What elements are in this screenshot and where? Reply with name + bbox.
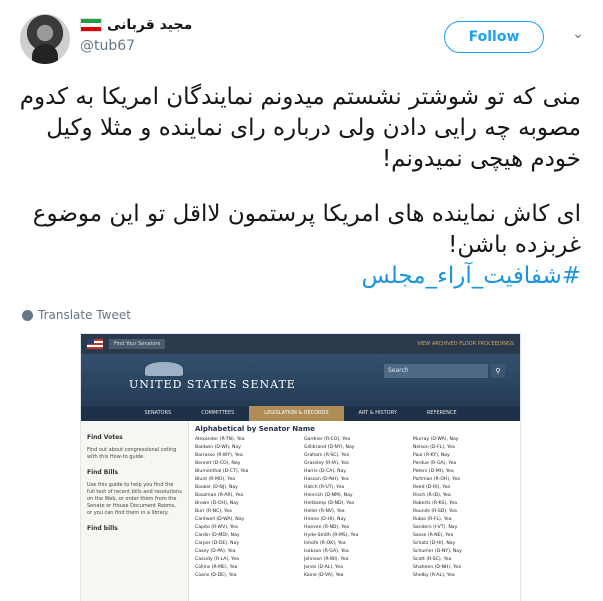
tweet-line: منی که تو شوشتر نشستم میدونم نمایندگان ا… <box>19 84 581 110</box>
attached-screenshot[interactable]: Find Your Senators VIEW ARCHIVED FLOOR P… <box>80 333 521 601</box>
vote-entry: Hoeven (R-ND), Yea <box>304 525 349 530</box>
user-handle[interactable]: @tub67 <box>80 38 135 54</box>
vote-entry: Rounds (R-SD), Yea <box>413 509 457 514</box>
vote-entry: Booker (D-NJ), Nay <box>195 485 238 490</box>
vote-entry: Heinrich (D-NM), Nay <box>304 493 353 498</box>
tweet-line: مصوبه چه رایی دادن ولی درباره رای نمایند… <box>46 115 581 141</box>
find-senators-select: Find Your Senators <box>109 339 166 349</box>
follow-button[interactable]: Follow <box>444 21 544 53</box>
senate-topbar: Find Your Senators VIEW ARCHIVED FLOOR P… <box>81 334 520 354</box>
vote-entry: Scott (R-SC), Yea <box>413 557 452 562</box>
translate-label[interactable]: Translate Tweet <box>38 308 131 322</box>
vote-entry: Graham (R-SC), Yea <box>304 453 350 458</box>
vote-entry: Harris (D-CA), Nay <box>304 469 347 474</box>
vote-entry: Hyde-Smith (R-MS), Yea <box>304 533 359 538</box>
vote-entry: Inhofe (R-OK), Yea <box>304 541 346 546</box>
vote-entry: Hirono (D-HI), Nay <box>304 517 346 522</box>
translate-tweet-link[interactable]: Translate Tweet <box>22 308 131 322</box>
us-flag-icon <box>87 339 103 349</box>
vote-entry: Johnson (R-WI), Yea <box>304 557 349 562</box>
vote-entry: Coons (D-DE), Yea <box>195 573 237 578</box>
nav-art-history: ART & HISTORY <box>358 410 397 416</box>
vote-entry: Schatz (D-HI), Nay <box>413 541 456 546</box>
senate-sidebar: Find Votes Find out about congressional … <box>81 421 189 601</box>
nav-reference: REFERENCE <box>426 410 457 416</box>
vote-entry: Grassley (R-IA), Yea <box>304 461 349 466</box>
user-name-row[interactable]: مجید قربانی <box>80 17 192 33</box>
vote-entry: Reed (D-RI), Yea <box>413 485 451 490</box>
vote-entry: Roberts (R-KS), Yea <box>413 501 458 506</box>
iran-flag-icon <box>80 18 102 32</box>
vote-entry: Blunt (R-MO), Yea <box>195 477 236 482</box>
vote-entry: Cassidy (R-LA), Yea <box>195 557 239 562</box>
globe-icon <box>22 309 33 321</box>
vote-entry: Cantwell (D-WA), Nay <box>195 517 245 522</box>
vote-entry: Perdue (R-GA), Yea <box>413 461 457 466</box>
vote-entry: Collins (R-ME), Yea <box>195 565 238 570</box>
sidebar-title: Find bills <box>87 525 118 532</box>
sidebar-text: Use this guide to help you find the full… <box>87 482 182 516</box>
vote-entry: Rubio (R-FL), Yea <box>413 517 452 522</box>
vote-entry: Paul (R-KY), Nay <box>413 453 450 458</box>
tweet-line: خودم هیچی نمیدونم! <box>381 146 581 172</box>
vote-entry: Capito (R-WV), Yea <box>195 525 238 530</box>
vote-entry: Jones (D-AL), Yea <box>304 565 343 570</box>
vote-entry: Alexander (R-TN), Yea <box>195 437 245 442</box>
display-name[interactable]: مجید قربانی <box>107 17 192 33</box>
vote-entry: Hatch (R-UT), Yea <box>304 485 345 490</box>
vote-entry: Isakson (R-GA), Yea <box>304 549 349 554</box>
vote-entry: Gardner (R-CO), Yea <box>304 437 351 442</box>
vote-entry: Burr (R-NC), Yea <box>195 509 232 514</box>
vote-list: Alphabetical by Senator Name Alexander (… <box>189 421 520 601</box>
sidebar-text: Find out about congressional voting with… <box>87 447 177 460</box>
search-icon: ⚲ <box>491 364 505 378</box>
sidebar-title: Find Votes <box>87 434 123 441</box>
vote-entry: Nelson (D-FL), Yea <box>413 445 455 450</box>
vote-entry: Shaheen (D-NH), Yea <box>413 565 462 570</box>
vote-entry: Boozman (R-AR), Yea <box>195 493 244 498</box>
senate-header: UNITED STATES SENATE Search ⚲ <box>81 354 520 406</box>
vote-entry: Heller (R-NV), Yea <box>304 509 345 514</box>
nav-senators: SENATORS <box>144 410 172 416</box>
hashtag-link[interactable]: #شفافیت_آراء_مجلس <box>11 261 581 292</box>
vote-entry: Carper (D-DE), Nay <box>195 541 240 546</box>
nav-legislation: LEGISLATION & RECORDS <box>249 406 344 421</box>
vote-entry: Barrasso (R-WY), Yea <box>195 453 243 458</box>
vote-entry: Brown (D-OH), Nay <box>195 501 239 506</box>
vote-entry: Sasse (R-NE), Yea <box>413 533 454 538</box>
vote-list-title: Alphabetical by Senator Name <box>195 425 315 433</box>
vote-entry: Sanders (I-VT), Nay <box>413 525 458 530</box>
vote-column: Alexander (R-TN), Yea Baldwin (D-WI), Nay… <box>195 436 296 580</box>
tweet-line: ای کاش نماینده های امریکا پرستمون لااقل … <box>32 201 581 227</box>
senate-logo: UNITED STATES SENATE <box>129 378 296 391</box>
vote-entry: Cardin (D-MD), Nay <box>195 533 240 538</box>
chevron-down-icon[interactable]: ⌄ <box>568 26 588 46</box>
vote-entry: Kaine (D-VA), Yea <box>304 573 344 578</box>
tweet-line: غربزده باشن! <box>448 232 581 258</box>
vote-entry: Blumenthal (D-CT), Yea <box>195 469 249 474</box>
vote-entry: Risch (R-ID), Yea <box>413 493 451 498</box>
vote-entry: Hassan (D-NH), Yea <box>304 477 349 482</box>
vote-column: Gardner (R-CO), Yea Gillibrand (D-NY), Na… <box>304 436 405 580</box>
vote-entry: Gillibrand (D-NY), Nay <box>304 445 355 450</box>
vote-entry: Peters (D-MI), Yea <box>413 469 454 474</box>
vote-column: Murray (D-WA), Nay Nelson (D-FL), Yea Paul… <box>413 436 514 580</box>
eagle-seal-icon <box>145 362 183 376</box>
tweet-text: منی که تو شوشتر نشستم میدونم نمایندگان ا… <box>11 82 581 292</box>
vote-entry: Baldwin (D-WI), Nay <box>195 445 241 450</box>
vote-entry: Murray (D-WA), Nay <box>413 437 459 442</box>
vote-entry: Shelby (R-AL), Yea <box>413 573 455 578</box>
avatar[interactable] <box>20 14 70 64</box>
vote-entry: Heitkamp (D-ND), Yea <box>304 501 355 506</box>
vote-entry: Casey (D-PA), Yea <box>195 549 236 554</box>
senate-nav: SENATORS COMMITTEES LEGISLATION & RECORD… <box>81 406 520 421</box>
archive-link: VIEW ARCHIVED FLOOR PROCEEDINGS <box>417 341 514 347</box>
vote-entry: Schumer (D-NY), Nay <box>413 549 462 554</box>
nav-committees: COMMITTEES <box>201 410 235 416</box>
senate-search-input: Search <box>384 364 488 378</box>
vote-entry: Portman (R-OH), Yea <box>413 477 460 482</box>
vote-entry: Bennet (D-CO), Nay <box>195 461 241 466</box>
sidebar-title: Find Bills <box>87 469 119 476</box>
